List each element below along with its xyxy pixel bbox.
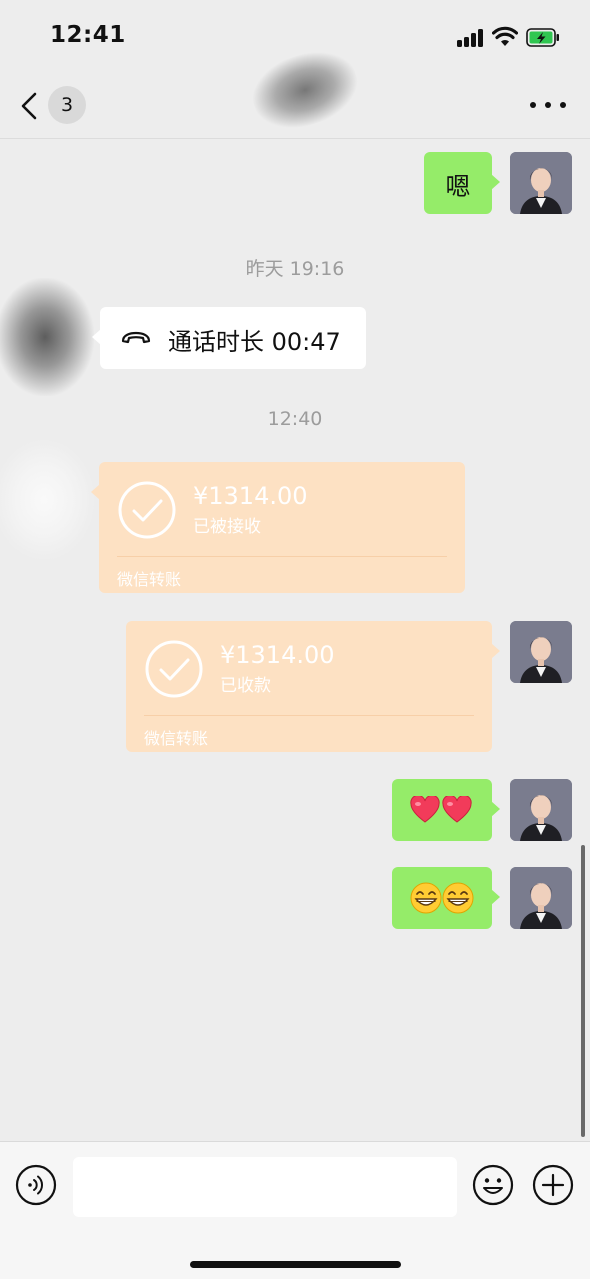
timestamp: 12:40 <box>267 408 323 430</box>
avatar[interactable] <box>510 867 572 929</box>
divider <box>117 556 447 557</box>
cellular-signal-icon <box>457 29 485 47</box>
back-button[interactable]: 3 <box>18 86 88 126</box>
transfer-amount: ¥1314.00 <box>193 482 308 510</box>
avatar-photo <box>510 152 572 214</box>
transfer-amount: ¥1314.00 <box>220 641 335 669</box>
unread-count-badge: 3 <box>48 86 86 124</box>
status-time: 12:41 <box>50 22 126 48</box>
avatar[interactable] <box>510 621 572 683</box>
more-options-button[interactable] <box>528 92 568 116</box>
divider <box>144 715 474 716</box>
transfer-bubble-sent[interactable]: ¥1314.00 已收款 微信转账 <box>126 621 500 752</box>
message-text: 嗯 <box>445 172 471 201</box>
wifi-icon <box>492 26 518 46</box>
sent-message-bubble[interactable]: 嗯 <box>424 152 500 214</box>
voice-input-icon[interactable] <box>15 1164 57 1206</box>
redaction-smudge <box>0 278 94 396</box>
avatar-photo <box>510 779 572 841</box>
transfer-label: 微信转账 <box>144 729 209 748</box>
chevron-left-icon <box>21 92 37 120</box>
scrollbar[interactable] <box>581 845 585 1137</box>
sent-emoji-bubble[interactable] <box>392 779 500 841</box>
avatar-photo <box>510 867 572 929</box>
grinning-face-emoji-icon <box>442 882 474 914</box>
avatar[interactable] <box>510 779 572 841</box>
call-duration-text: 通话时长 00:47 <box>168 328 341 356</box>
check-circle-icon <box>118 481 176 539</box>
input-bar <box>0 1141 590 1279</box>
timestamp: 昨天 19:16 <box>245 258 345 280</box>
sent-emoji-bubble[interactable] <box>392 867 500 929</box>
heart-emoji-icon <box>410 796 440 823</box>
redaction-smudge <box>0 440 94 560</box>
plus-icon[interactable] <box>532 1164 574 1206</box>
avatar[interactable] <box>510 152 572 214</box>
transfer-status: 已收款 <box>220 676 271 696</box>
home-indicator <box>190 1261 401 1268</box>
check-circle-icon <box>145 640 203 698</box>
transfer-bubble-received[interactable]: ¥1314.00 已被接收 微信转账 <box>91 462 465 593</box>
grinning-face-emoji-icon <box>410 882 442 914</box>
transfer-status: 已被接收 <box>193 517 261 537</box>
avatar-photo <box>510 621 572 683</box>
transfer-label: 微信转账 <box>117 570 182 589</box>
phone-hangup-icon <box>121 331 151 344</box>
emoji-icon[interactable] <box>472 1164 514 1206</box>
battery-charging-icon <box>526 28 559 47</box>
heart-emoji-icon <box>442 796 472 823</box>
call-record-bubble[interactable]: 通话时长 00:47 <box>92 307 366 369</box>
message-input[interactable] <box>73 1157 457 1217</box>
